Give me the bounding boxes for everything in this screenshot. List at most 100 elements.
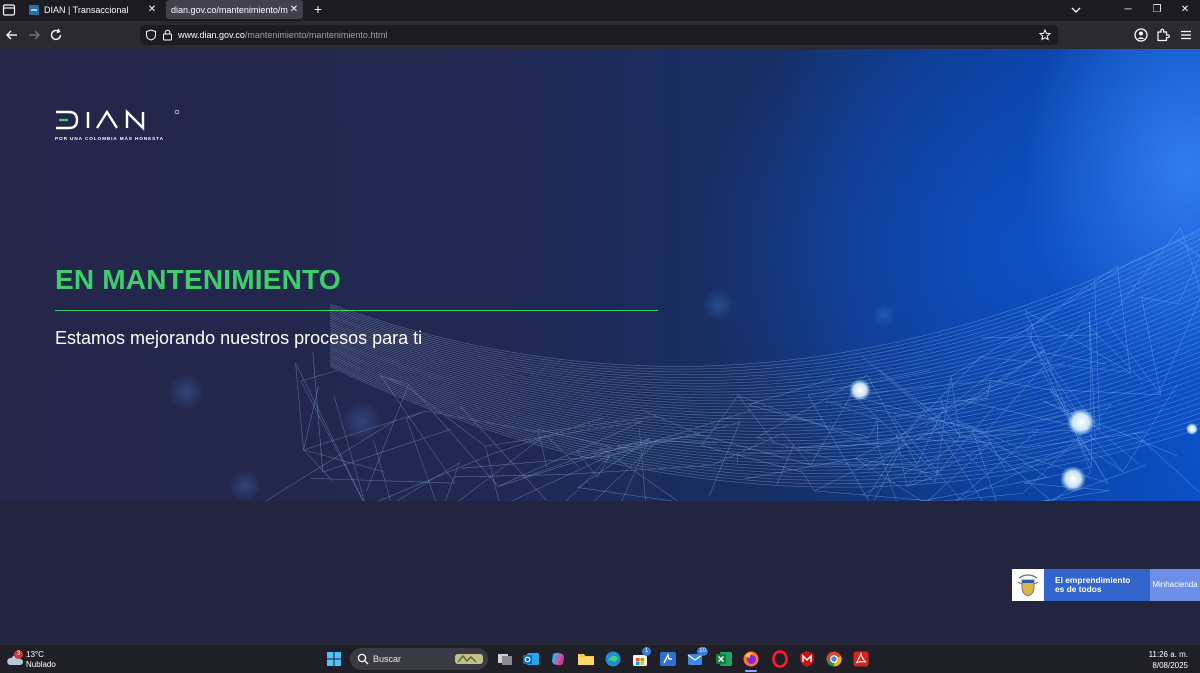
maintenance-message: Estamos mejorando nuestros procesos para… (55, 328, 423, 348)
firefox-icon[interactable] (742, 650, 760, 668)
new-tab-button[interactable]: + (311, 1, 325, 17)
opera-icon[interactable] (771, 650, 789, 668)
mesh-line (577, 487, 673, 501)
forward-arrow-icon[interactable] (26, 27, 42, 43)
tab-mantenimiento[interactable]: dian.gov.co/mantenimiento/mante ✕ (166, 0, 303, 19)
tab-title: DIAN | Transaccional (44, 4, 129, 15)
file-explorer-icon[interactable] (577, 650, 595, 668)
mesh-line (955, 429, 1040, 501)
mesh-line (1043, 400, 1178, 456)
mail-button[interactable]: 10 (686, 647, 708, 668)
tab-close-icon[interactable]: ✕ (146, 4, 158, 15)
close-window-button[interactable]: ✕ (1170, 0, 1200, 21)
logo-tagline: POR UNA COLOMBIA MÁS HONESTA (55, 136, 164, 141)
mesh-line (701, 395, 739, 446)
mesh-line (303, 449, 333, 481)
colombia-coat-of-arms-icon (1012, 569, 1044, 601)
search-highlight-icon (455, 654, 483, 664)
mesh-strand (329, 254, 1200, 381)
search-icon (357, 653, 369, 665)
mesh-line (1026, 265, 1118, 330)
mesh-line (1006, 438, 1096, 472)
mesh-line (932, 421, 983, 501)
mesh-line (1129, 231, 1200, 264)
mesh-line (300, 380, 364, 501)
mesh-line (876, 420, 879, 447)
dian-wordmark-icon (56, 109, 180, 131)
taskbar-search[interactable]: Buscar (350, 648, 488, 670)
tab-close-icon[interactable]: ✕ (288, 4, 300, 15)
gov-slogan: El emprendimiento es de todos (1044, 569, 1150, 601)
chrome-icon[interactable] (825, 650, 843, 668)
minimize-button[interactable]: ─ (1113, 0, 1143, 21)
mesh-line (454, 474, 564, 478)
store-badge: 1 (642, 647, 651, 656)
url-text[interactable]: www.dian.gov.co/mantenimiento/mantenimie… (178, 30, 387, 40)
extensions-puzzle-icon[interactable] (1155, 27, 1171, 43)
tab-strip: DIAN | Transaccional ✕ dian.gov.co/mante… (0, 0, 1200, 21)
microsoft-store-button[interactable]: 1 (631, 647, 651, 668)
active-app-indicator (745, 670, 757, 672)
hero-banner: POR UNA COLOMBIA MÁS HONESTA EN MANTENIM… (0, 49, 1200, 501)
acrobat-reader-icon[interactable] (852, 650, 870, 668)
close-icon: ✕ (1180, 4, 1190, 15)
mesh-line (322, 429, 451, 473)
mesh-line (378, 453, 494, 501)
system-clock[interactable]: 11:26 a. m. 8/08/2025 (1149, 649, 1188, 671)
ministry-label: Minhacienda (1150, 569, 1200, 601)
back-arrow-icon[interactable] (4, 27, 20, 43)
menu-hamburger-icon[interactable] (1178, 27, 1194, 43)
mesh-line (814, 490, 938, 501)
mesh-line (939, 397, 944, 408)
mesh-line (1026, 263, 1130, 330)
government-badge[interactable]: El emprendimiento es de todos Minhaciend… (1012, 569, 1200, 601)
maintenance-page: POR UNA COLOMBIA MÁS HONESTA EN MANTENIM… (0, 49, 1200, 644)
windows-start-icon[interactable] (326, 651, 342, 667)
mesh-line (460, 406, 548, 501)
tab-title: dian.gov.co/mantenimiento/mante (171, 4, 288, 15)
firefox-view-icon[interactable] (2, 3, 16, 17)
mesh-line (303, 449, 386, 473)
list-all-tabs-icon[interactable] (1068, 2, 1084, 18)
app-blue-icon[interactable] (659, 650, 677, 668)
mesh-line (511, 455, 610, 501)
mesh-line (406, 418, 437, 501)
restore-icon: ❐ (1152, 4, 1162, 15)
weather-description: Nublado (26, 660, 56, 669)
outlook-icon[interactable] (522, 650, 540, 668)
plus-icon: + (313, 1, 323, 17)
windows-taskbar: 3 13°C Nublado Buscar 1 10 11:26 a. m. 8… (0, 644, 1200, 673)
lock-icon[interactable] (162, 29, 173, 41)
minimize-icon: ─ (1124, 4, 1132, 15)
mail-badge: 10 (697, 647, 708, 656)
mesh-line (521, 446, 611, 479)
reload-icon[interactable] (48, 27, 64, 43)
weather-widget[interactable]: 3 13°C Nublado (6, 648, 76, 672)
account-icon[interactable] (1133, 27, 1149, 43)
copilot-icon[interactable] (549, 650, 567, 668)
weather-alert-badge: 3 (14, 650, 23, 659)
search-placeholder: Buscar (373, 654, 402, 664)
restore-button[interactable]: ❐ (1142, 0, 1172, 21)
navigation-toolbar: www.dian.gov.co/mantenimiento/mantenimie… (0, 21, 1200, 49)
mesh-strand (329, 269, 1200, 390)
mesh-line (565, 491, 577, 501)
mesh-line (851, 393, 941, 477)
mesh-line (1117, 265, 1131, 373)
edge-icon[interactable] (604, 650, 622, 668)
excel-icon[interactable] (715, 650, 733, 668)
mesh-line (802, 472, 815, 492)
shield-icon[interactable] (145, 29, 157, 41)
address-bar[interactable]: www.dian.gov.co/mantenimiento/mantenimie… (140, 25, 1058, 45)
headline-divider (55, 310, 658, 311)
task-view-icon[interactable] (496, 650, 514, 668)
mesh-line (934, 406, 995, 477)
tab-dian-transaccional[interactable]: DIAN | Transaccional ✕ (24, 0, 161, 19)
mesh-line (1042, 499, 1050, 501)
mesh-line (1159, 297, 1200, 392)
bookmark-star-icon[interactable] (1039, 29, 1051, 41)
clock-time: 11:26 a. m. (1148, 650, 1188, 659)
mcafee-icon[interactable] (798, 650, 816, 668)
mesh-line (1042, 499, 1051, 501)
mesh-line (825, 400, 881, 421)
